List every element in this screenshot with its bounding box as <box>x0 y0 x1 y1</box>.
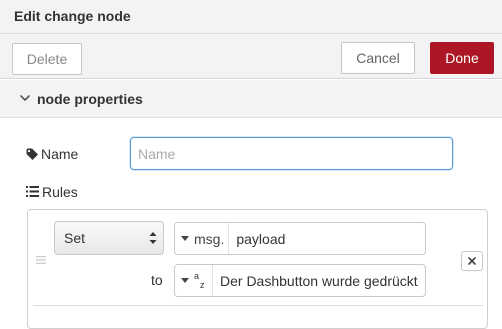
target-type-button[interactable]: msg. <box>175 223 230 254</box>
string-type-icon: az <box>194 270 205 290</box>
rule-to-label: to <box>151 272 163 288</box>
rule-action-select[interactable]: Set <box>54 221 164 255</box>
drag-handle-icon[interactable] <box>36 255 46 265</box>
done-button[interactable]: Done <box>430 42 494 74</box>
rules-label: Rules <box>42 184 78 200</box>
remove-rule-button[interactable] <box>461 251 483 271</box>
cancel-button[interactable]: Cancel <box>341 42 415 74</box>
target-value[interactable]: payload <box>229 231 285 247</box>
section-title[interactable]: node properties <box>37 91 143 107</box>
list-icon <box>26 186 39 197</box>
rule-value-text[interactable]: Der Dashbutton wurde gedrückt <box>213 273 418 289</box>
rule-row-divider <box>33 305 483 306</box>
value-type-button[interactable]: az <box>175 265 213 296</box>
rule-action-value: Set <box>64 230 86 246</box>
name-label: Name <box>41 146 79 162</box>
dialog-title: Edit change node <box>14 8 131 24</box>
rule-value-input[interactable]: az Der Dashbutton wurde gedrückt <box>174 264 426 297</box>
delete-button[interactable]: Delete <box>12 43 82 75</box>
caret-down-icon <box>181 235 189 241</box>
up-down-arrows-icon <box>149 232 157 244</box>
rule-target-input[interactable]: msg. payload <box>174 222 426 255</box>
tag-icon <box>26 148 38 160</box>
close-icon <box>468 257 476 265</box>
caret-down-icon <box>181 277 189 283</box>
target-type-label: msg. <box>194 230 225 247</box>
name-input[interactable] <box>130 137 453 170</box>
chevron-down-icon[interactable] <box>18 91 32 105</box>
